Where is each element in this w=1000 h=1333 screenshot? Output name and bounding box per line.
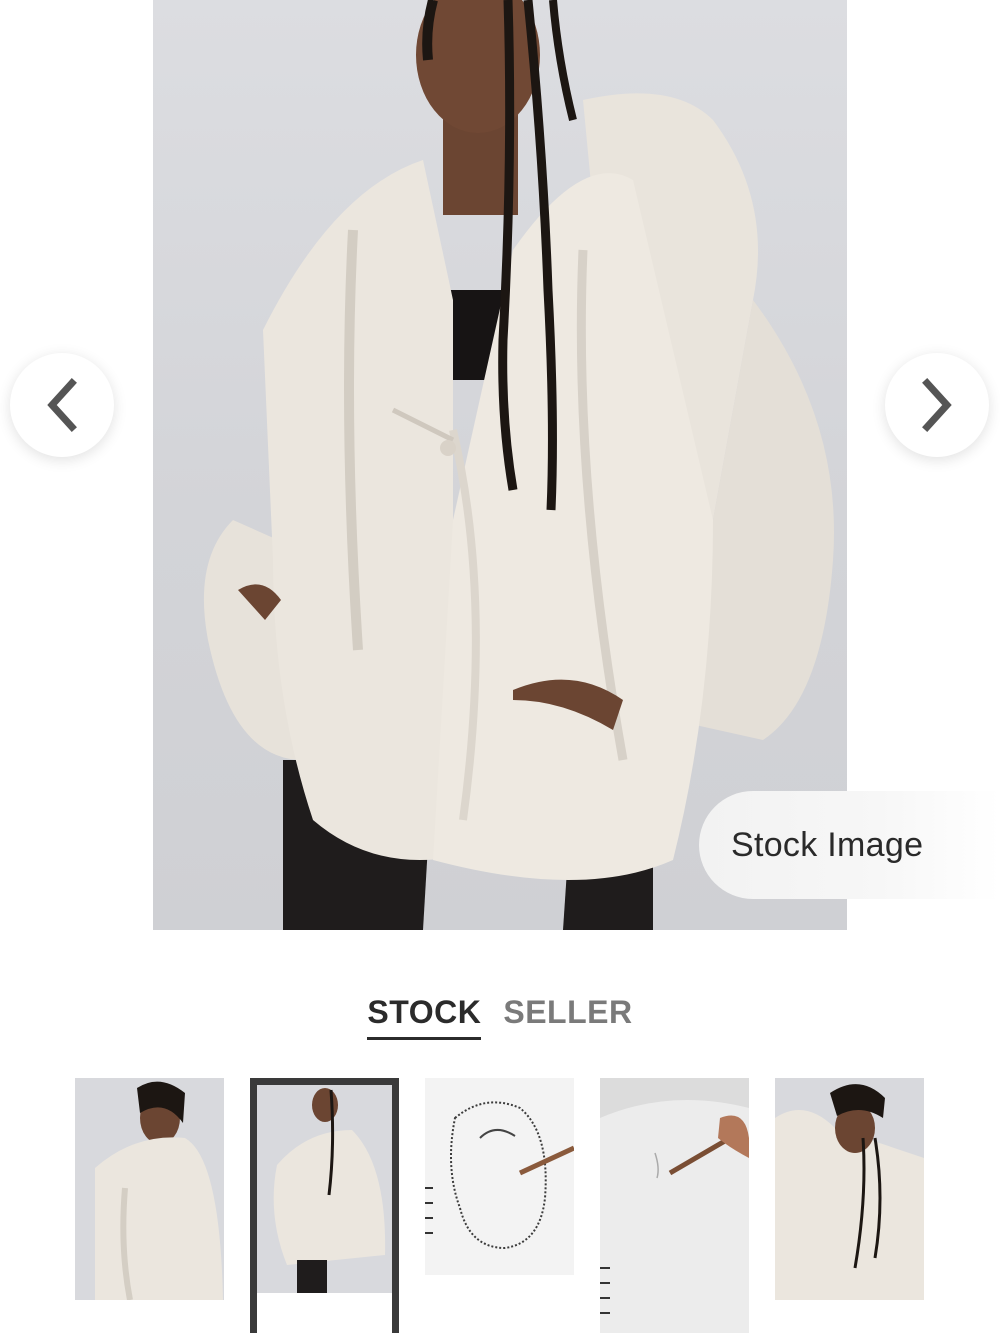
thumbnail-1[interactable]: [75, 1078, 224, 1300]
thumbnail-5[interactable]: [775, 1078, 924, 1300]
image-source-tabs: STOCK SELLER: [0, 990, 1000, 1040]
stock-image-badge: Stock Image: [699, 791, 1000, 899]
chevron-right-icon: [922, 378, 952, 432]
thumbnail-2[interactable]: [250, 1078, 399, 1333]
tab-stock[interactable]: STOCK: [367, 990, 482, 1040]
main-product-photo[interactable]: [153, 0, 847, 930]
stock-image-badge-label: Stock Image: [731, 825, 924, 864]
previous-image-button[interactable]: [10, 353, 114, 457]
thumbnail-3[interactable]: [425, 1078, 574, 1275]
next-image-button[interactable]: [885, 353, 989, 457]
chevron-left-icon: [47, 378, 77, 432]
tab-seller[interactable]: SELLER: [503, 990, 632, 1040]
thumbnail-4[interactable]: [600, 1078, 749, 1333]
product-image-gallery: Stock Image: [0, 0, 1000, 935]
